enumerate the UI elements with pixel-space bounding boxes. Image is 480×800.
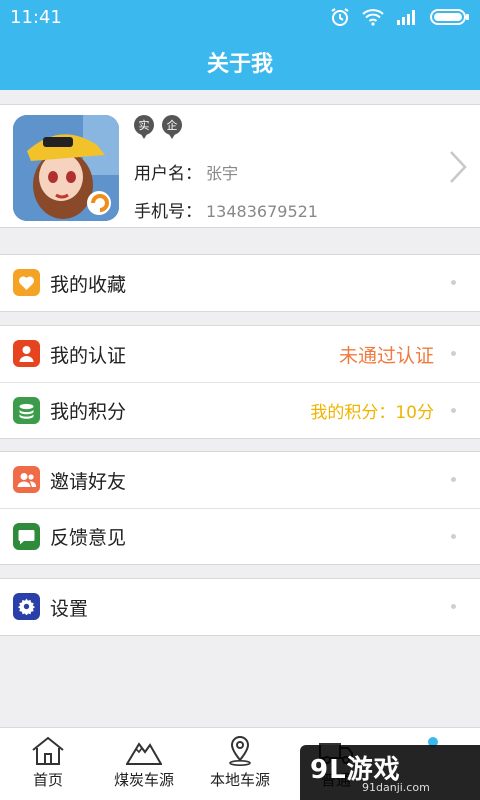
points-label: 我的积分: [50, 401, 127, 423]
certification-label: 我的认证: [50, 344, 127, 367]
person-icon: [13, 340, 40, 367]
menu-item-points[interactable]: 我的积分 我的积分：10分: [0, 382, 480, 438]
favorites-label: 我的收藏: [50, 273, 127, 296]
chat-bubble-icon: [13, 523, 40, 550]
status-time: 11:41: [10, 7, 62, 28]
account-section: 我的认证 未通过认证 我的积分 我的积分：10分: [0, 325, 480, 439]
app-header: 11:41 关于我: [0, 0, 480, 90]
wifi-icon: [362, 9, 384, 26]
chevron-right-icon[interactable]: [448, 150, 468, 184]
favorites-section: 我的收藏: [0, 254, 480, 312]
nav-local-trucks-label: 本地车源: [209, 771, 270, 789]
more-dot: [451, 408, 456, 413]
watermark-url: 91danji.com: [362, 781, 430, 794]
certification-status: 未通过认证: [338, 344, 434, 367]
phone-row: 手机号： 13483679521: [134, 197, 318, 222]
more-dot: [451, 280, 456, 285]
more-dot: [451, 351, 456, 356]
username-label: 用户名：: [134, 164, 202, 184]
menu-item-invite[interactable]: 邀请好友: [0, 452, 480, 508]
watermark: 9L游戏 91danji.com: [300, 745, 480, 800]
avatar-illustration: [13, 115, 119, 221]
nav-coal-trucks-label: 煤炭车源: [113, 771, 174, 789]
location-pin-icon: [229, 736, 251, 766]
invite-label: 邀请好友: [50, 470, 127, 493]
gear-icon: [13, 593, 40, 620]
settings-section: 设置: [0, 578, 480, 636]
menu-item-settings[interactable]: 设置: [0, 579, 480, 635]
home-icon: [32, 736, 64, 765]
menu-item-favorites[interactable]: 我的收藏: [0, 255, 480, 311]
menu-item-certification[interactable]: 我的认证 未通过认证: [0, 326, 480, 382]
avatar: [13, 115, 119, 221]
real-name-badge: 实: [134, 115, 154, 139]
profile-card[interactable]: 实 企 用户名： 张宇 手机号： 13483679521: [0, 104, 480, 228]
phone-value: 13483679521: [206, 202, 318, 221]
menu-item-feedback[interactable]: 反馈意见: [0, 508, 480, 564]
phone-label: 手机号：: [134, 202, 202, 222]
heart-icon: [13, 269, 40, 296]
status-bar: 11:41: [0, 0, 480, 34]
status-icons: [330, 7, 470, 27]
settings-label: 设置: [50, 597, 89, 620]
more-dot: [451, 534, 456, 539]
enterprise-badge: 企: [162, 115, 182, 139]
friends-icon: [13, 466, 40, 493]
nav-local-trucks[interactable]: 本地车源: [192, 728, 288, 800]
username-row: 用户名： 张宇: [134, 159, 238, 184]
verification-badges: 实 企: [134, 115, 182, 139]
page-title: 关于我: [206, 52, 273, 77]
coins-icon: [13, 397, 40, 424]
username-value: 张宇: [206, 164, 239, 183]
more-dot: [451, 604, 456, 609]
nav-home-label: 首页: [32, 771, 63, 789]
signal-icon: [397, 10, 415, 25]
more-dot: [451, 477, 456, 482]
feedback-label: 反馈意见: [50, 527, 127, 549]
nav-home[interactable]: 首页: [0, 728, 96, 800]
social-section: 邀请好友 反馈意见: [0, 451, 480, 565]
mountain-icon: [126, 742, 162, 765]
nav-coal-trucks[interactable]: 煤炭车源: [96, 728, 192, 800]
alarm-icon: [331, 8, 349, 26]
points-value: 我的积分：10分: [310, 403, 434, 423]
battery-icon: [430, 9, 469, 25]
